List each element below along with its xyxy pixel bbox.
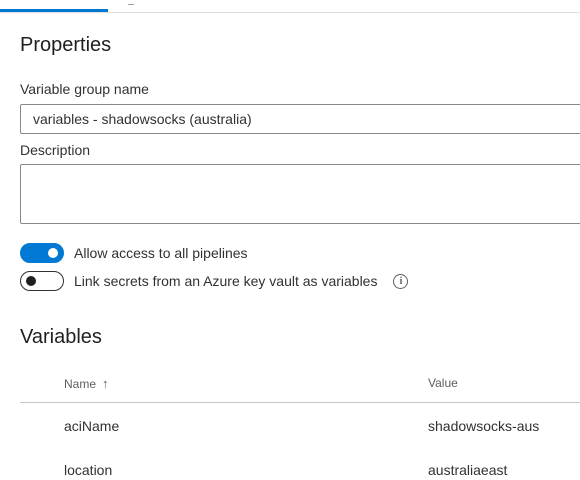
allow-access-label: Allow access to all pipelines (74, 245, 248, 261)
active-tab-indicator[interactable] (0, 9, 108, 12)
variables-table-header: Name ↑ Value (20, 368, 580, 403)
toggle-knob (26, 276, 36, 286)
variable-group-name-label: Variable group name (20, 81, 149, 97)
tab-strip (0, 0, 580, 13)
variable-name-cell: location (64, 462, 113, 478)
link-secrets-row: Link secrets from an Azure key vault as … (20, 271, 409, 291)
variables-title: Variables (20, 326, 102, 348)
column-header-value[interactable]: Value (428, 376, 458, 390)
description-input[interactable] (20, 164, 580, 224)
link-secrets-label: Link secrets from an Azure key vault as … (74, 273, 378, 289)
description-label: Description (20, 142, 91, 158)
column-header-name-label: Name (64, 376, 97, 391)
table-row[interactable]: aciName shadowsocks-aus (20, 404, 580, 448)
variable-name-cell: aciName (64, 418, 120, 434)
column-header-value-label: Value (428, 376, 458, 390)
sort-ascending-icon: ↑ (102, 376, 109, 391)
toggle-knob (48, 248, 58, 258)
variable-value-cell: australiaeast (428, 462, 508, 478)
column-header-name[interactable]: Name ↑ (64, 376, 109, 391)
allow-access-toggle[interactable] (20, 243, 64, 263)
tab-fragment[interactable] (128, 0, 134, 5)
variable-value-cell: shadowsocks-aus (428, 418, 540, 434)
allow-access-row: Allow access to all pipelines (20, 243, 248, 263)
table-row[interactable]: location australiaeast (20, 448, 580, 480)
link-secrets-toggle[interactable] (20, 271, 64, 291)
variable-group-name-input[interactable] (20, 104, 580, 134)
variable-group-page: Properties Variable group name Descripti… (0, 0, 580, 480)
info-icon[interactable]: i (393, 273, 409, 289)
properties-title: Properties (20, 34, 112, 56)
